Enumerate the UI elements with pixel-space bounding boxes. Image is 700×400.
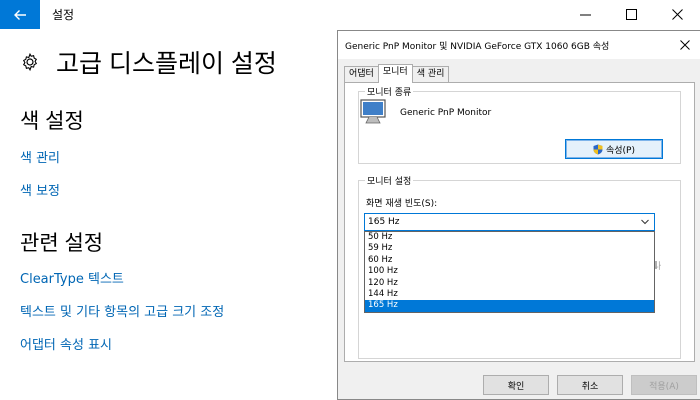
monitor-settings-label: 모니터 설정 bbox=[365, 174, 414, 187]
refresh-rate-option[interactable]: 100 Hz bbox=[365, 266, 654, 277]
monitor-properties-button-label: 속성(P) bbox=[605, 145, 635, 156]
minimize-button[interactable] bbox=[562, 0, 608, 29]
refresh-rate-option[interactable]: 50 Hz bbox=[365, 232, 654, 243]
tab-color-management[interactable]: 색 관리 bbox=[411, 66, 450, 83]
cancel-button[interactable]: 취소 bbox=[557, 375, 623, 395]
monitor-icon bbox=[360, 99, 386, 124]
chevron-down-icon bbox=[641, 219, 649, 225]
app-title: 설정 bbox=[52, 8, 75, 22]
cleartype-text-link[interactable]: ClearType 텍스트 bbox=[20, 268, 124, 287]
refresh-rate-dropdown-list: 50 Hz 59 Hz 60 Hz 100 Hz 120 Hz 144 Hz 1… bbox=[364, 231, 655, 313]
maximize-icon bbox=[625, 9, 637, 20]
refresh-rate-option[interactable]: 120 Hz bbox=[365, 278, 654, 289]
refresh-rate-option-selected[interactable]: 165 Hz bbox=[365, 300, 654, 312]
page-title: 고급 디스플레이 설정 bbox=[56, 50, 277, 78]
minimize-icon bbox=[579, 14, 591, 16]
monitor-properties-button[interactable]: 속성(P) bbox=[565, 139, 663, 159]
dialog-titlebar: Generic PnP Monitor 및 NVIDIA GeForce GTX… bbox=[338, 31, 700, 59]
gear-icon bbox=[22, 52, 38, 72]
refresh-rate-option[interactable]: 60 Hz bbox=[365, 255, 654, 266]
advanced-sizing-link[interactable]: 텍스트 및 기타 항목의 고급 크기 조정 bbox=[20, 301, 224, 320]
dialog-tabs: 어댑터 모니터 색 관리 bbox=[344, 64, 450, 83]
color-settings-heading: 색 설정 bbox=[20, 110, 84, 133]
dialog-title: Generic PnP Monitor 및 NVIDIA GeForce GTX… bbox=[345, 42, 610, 52]
tab-monitor[interactable]: 모니터 bbox=[377, 64, 413, 83]
maximize-button[interactable] bbox=[608, 0, 654, 29]
refresh-rate-option[interactable]: 144 Hz bbox=[365, 289, 654, 300]
back-arrow-icon bbox=[14, 9, 26, 20]
color-calibration-link[interactable]: 색 보정 bbox=[20, 180, 60, 199]
color-management-link[interactable]: 색 관리 bbox=[20, 147, 60, 166]
related-settings-heading: 관련 설정 bbox=[20, 232, 104, 255]
screen: 설정 고급 디스플레이 설정 색 설정 색 관리 색 보정 관련 설정 Clea… bbox=[0, 0, 700, 400]
back-button[interactable] bbox=[0, 0, 40, 29]
refresh-rate-selected-value: 165 Hz bbox=[368, 217, 400, 227]
refresh-rate-select[interactable]: 165 Hz bbox=[364, 213, 655, 231]
close-button[interactable] bbox=[654, 0, 700, 29]
ok-button[interactable]: 확인 bbox=[483, 375, 549, 395]
dialog-close-button[interactable] bbox=[670, 31, 700, 59]
refresh-rate-label: 화면 재생 빈도(S): bbox=[366, 199, 438, 209]
adapter-properties-link[interactable]: 어댑터 속성 표시 bbox=[20, 334, 112, 353]
monitor-properties-dialog: Generic PnP Monitor 및 NVIDIA GeForce GTX… bbox=[337, 30, 700, 400]
monitor-type-label: 모니터 종류 bbox=[365, 85, 414, 98]
settings-titlebar: 설정 bbox=[0, 0, 700, 29]
refresh-rate-option[interactable]: 59 Hz bbox=[365, 243, 654, 254]
tab-adapter[interactable]: 어댑터 bbox=[344, 66, 379, 83]
close-icon bbox=[680, 40, 690, 50]
monitor-name: Generic PnP Monitor bbox=[400, 108, 492, 118]
shield-icon bbox=[593, 144, 603, 154]
page-header: 고급 디스플레이 설정 bbox=[20, 44, 277, 80]
apply-button[interactable]: 적용(A) bbox=[631, 375, 697, 395]
close-icon bbox=[671, 9, 683, 20]
